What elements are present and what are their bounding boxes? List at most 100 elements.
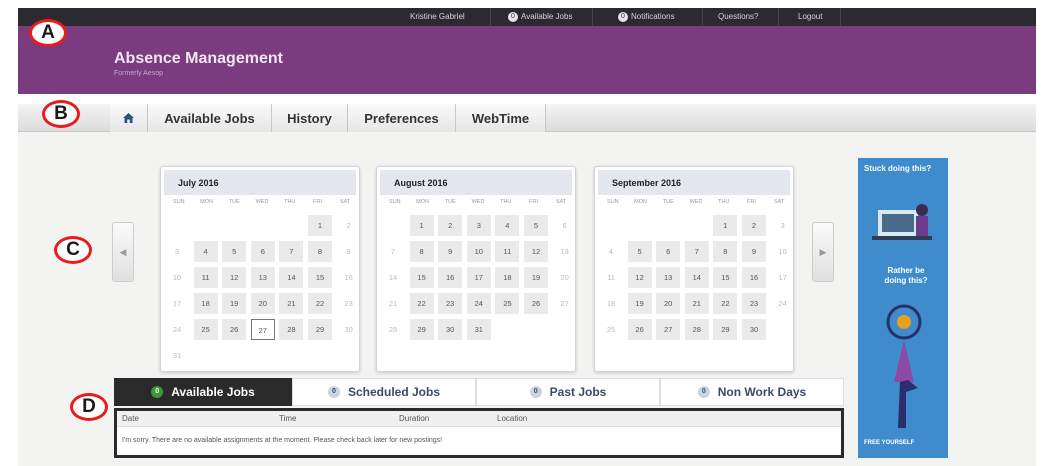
- calendar-day[interactable]: 2: [337, 215, 361, 236]
- calendar-day[interactable]: 23: [438, 293, 463, 314]
- calendar-day[interactable]: 28: [279, 319, 304, 340]
- advertisement-banner[interactable]: Stuck doing this? Rather be doing this? …: [858, 158, 948, 458]
- calendar-day[interactable]: 9: [438, 241, 463, 262]
- column-header-time[interactable]: Time: [279, 414, 296, 423]
- calendar-day[interactable]: 20: [656, 293, 681, 314]
- next-months-button[interactable]: ▶: [812, 222, 834, 282]
- calendar-day[interactable]: 13: [250, 267, 275, 288]
- available-jobs-link[interactable]: 0 Available Jobs: [508, 12, 572, 22]
- calendar-day[interactable]: 10: [771, 241, 795, 262]
- calendar-day[interactable]: 11: [495, 241, 520, 262]
- calendar-day[interactable]: 24: [771, 293, 795, 314]
- calendar-day[interactable]: 3: [165, 241, 189, 262]
- calendar-day[interactable]: 31: [466, 319, 491, 340]
- calendar-day[interactable]: 8: [308, 241, 332, 262]
- tab-webtime[interactable]: WebTime: [456, 104, 546, 132]
- calendar-day[interactable]: 3: [771, 215, 795, 236]
- calendar-day[interactable]: 6: [553, 215, 577, 236]
- calendar-day[interactable]: 11: [193, 267, 218, 288]
- user-name-link[interactable]: Kristine Gabriel: [410, 12, 465, 21]
- calendar-day[interactable]: 8: [409, 241, 434, 262]
- calendar-day[interactable]: 11: [599, 267, 623, 288]
- calendar-day[interactable]: 22: [308, 293, 332, 314]
- calendar-day[interactable]: 6: [656, 241, 681, 262]
- calendar-day[interactable]: 3: [466, 215, 491, 236]
- calendar-day[interactable]: 12: [222, 267, 247, 288]
- calendar-day[interactable]: 1: [713, 215, 738, 236]
- tab-preferences[interactable]: Preferences: [348, 104, 456, 132]
- column-header-location[interactable]: Location: [497, 414, 527, 423]
- calendar-day[interactable]: 1: [409, 215, 434, 236]
- calendar-day[interactable]: 27: [250, 319, 275, 340]
- logout-link[interactable]: Logout: [798, 12, 822, 21]
- calendar-day[interactable]: 15: [308, 267, 332, 288]
- calendar-day[interactable]: 8: [713, 241, 738, 262]
- calendar-day[interactable]: 7: [381, 241, 405, 262]
- calendar-day[interactable]: 12: [627, 267, 652, 288]
- calendar-day[interactable]: 5: [222, 241, 247, 262]
- calendar-day[interactable]: 28: [684, 319, 709, 340]
- calendar-day[interactable]: 2: [438, 215, 463, 236]
- calendar-day[interactable]: 27: [553, 293, 577, 314]
- calendar-day[interactable]: 5: [627, 241, 652, 262]
- calendar-day[interactable]: 28: [381, 319, 405, 340]
- calendar-day[interactable]: 26: [524, 293, 548, 314]
- calendar-day[interactable]: 29: [409, 319, 434, 340]
- calendar-day[interactable]: 19: [524, 267, 548, 288]
- calendar-day[interactable]: 6: [250, 241, 275, 262]
- calendar-day[interactable]: 25: [599, 319, 623, 340]
- calendar-day[interactable]: 4: [193, 241, 218, 262]
- calendar-day[interactable]: 17: [771, 267, 795, 288]
- calendar-day[interactable]: 21: [279, 293, 304, 314]
- calendar-day[interactable]: 25: [495, 293, 520, 314]
- calendar-day[interactable]: 7: [279, 241, 304, 262]
- calendar-day[interactable]: 20: [553, 267, 577, 288]
- calendar-day[interactable]: 15: [409, 267, 434, 288]
- calendar-day[interactable]: 9: [337, 241, 361, 262]
- calendar-day[interactable]: 27: [656, 319, 681, 340]
- calendar-day[interactable]: 24: [466, 293, 491, 314]
- tab-history[interactable]: History: [272, 104, 348, 132]
- calendar-day[interactable]: 1: [308, 215, 332, 236]
- calendar-day[interactable]: 16: [742, 267, 766, 288]
- calendar-day[interactable]: 23: [742, 293, 766, 314]
- calendar-day[interactable]: 12: [524, 241, 548, 262]
- calendar-day[interactable]: 13: [656, 267, 681, 288]
- calendar-day[interactable]: 18: [495, 267, 520, 288]
- notifications-link[interactable]: 0 Notifications: [618, 12, 675, 22]
- calendar-day[interactable]: 10: [466, 241, 491, 262]
- tab-available-jobs-list[interactable]: 0 Available Jobs: [114, 378, 292, 406]
- column-header-date[interactable]: Date: [122, 414, 139, 423]
- calendar-day[interactable]: 30: [742, 319, 766, 340]
- calendar-day[interactable]: 29: [308, 319, 332, 340]
- tab-available-jobs[interactable]: Available Jobs: [148, 104, 272, 132]
- calendar-day[interactable]: 23: [337, 293, 361, 314]
- calendar-day[interactable]: 29: [713, 319, 738, 340]
- calendar-day[interactable]: 18: [193, 293, 218, 314]
- calendar-day[interactable]: 26: [627, 319, 652, 340]
- calendar-day[interactable]: 16: [438, 267, 463, 288]
- calendar-day[interactable]: 5: [524, 215, 548, 236]
- calendar-day[interactable]: 17: [466, 267, 491, 288]
- calendar-day[interactable]: 7: [684, 241, 709, 262]
- calendar-day[interactable]: 30: [438, 319, 463, 340]
- calendar-day[interactable]: 19: [222, 293, 247, 314]
- calendar-day[interactable]: 26: [222, 319, 247, 340]
- calendar-day[interactable]: 22: [409, 293, 434, 314]
- calendar-day[interactable]: 4: [599, 241, 623, 262]
- calendar-day[interactable]: 9: [742, 241, 766, 262]
- calendar-day[interactable]: 21: [381, 293, 405, 314]
- questions-link[interactable]: Questions?: [718, 12, 758, 21]
- calendar-day[interactable]: 13: [553, 241, 577, 262]
- calendar-day[interactable]: 19: [627, 293, 652, 314]
- calendar-day[interactable]: 21: [684, 293, 709, 314]
- calendar-day[interactable]: 17: [165, 293, 189, 314]
- calendar-day[interactable]: 25: [193, 319, 218, 340]
- calendar-day[interactable]: 15: [713, 267, 738, 288]
- calendar-day[interactable]: 4: [495, 215, 520, 236]
- column-header-duration[interactable]: Duration: [399, 414, 429, 423]
- calendar-day[interactable]: 14: [279, 267, 304, 288]
- calendar-day[interactable]: 14: [684, 267, 709, 288]
- tab-scheduled-jobs[interactable]: 0 Scheduled Jobs: [292, 378, 476, 406]
- calendar-day[interactable]: 24: [165, 319, 189, 340]
